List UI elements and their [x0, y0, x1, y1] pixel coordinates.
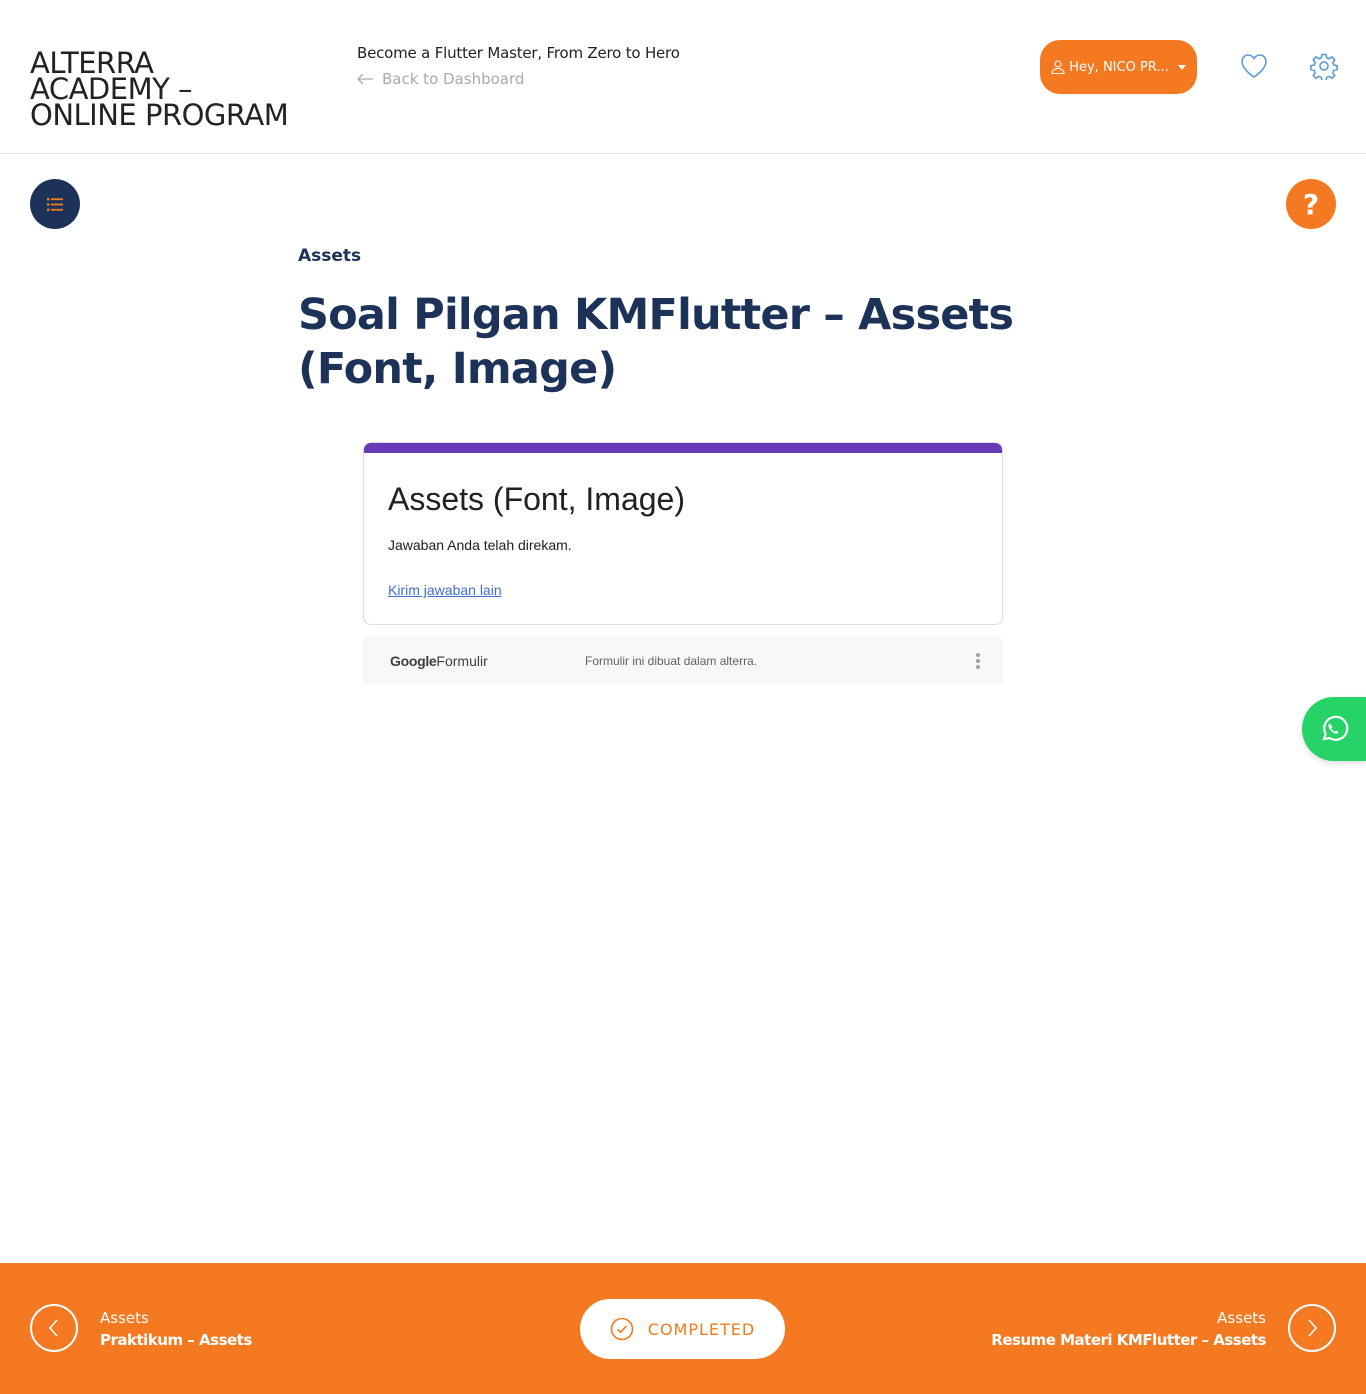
- favorite-button[interactable]: [1240, 53, 1268, 79]
- whatsapp-icon: [1322, 715, 1349, 741]
- header: ALTERRA ACADEMY – ONLINE PROGRAM Become …: [0, 0, 1366, 154]
- course-info: Become a Flutter Master, From Zero to He…: [357, 44, 680, 88]
- more-options-icon[interactable]: [972, 651, 984, 671]
- next-lesson-button[interactable]: [1288, 1304, 1336, 1352]
- lesson-navigation-bar: Assets Praktikum – Assets COMPLETED Asse…: [0, 1263, 1366, 1394]
- form-response-card: Assets (Font, Image) Jawaban Anda telah …: [363, 442, 1003, 625]
- user-icon: [1051, 60, 1065, 74]
- logo-line-3: ONLINE PROGRAM: [30, 98, 289, 132]
- previous-lesson-link[interactable]: Assets Praktikum – Assets: [100, 1309, 252, 1349]
- next-lesson-link[interactable]: Assets Resume Materi KMFlutter – Assets: [991, 1309, 1266, 1349]
- form-footer: GoogleFormulir Formulir ini dibuat dalam…: [363, 637, 1003, 685]
- form-confirmation-message: Jawaban Anda telah direkam.: [388, 537, 572, 553]
- user-menu-button[interactable]: Hey, NICO PR...: [1040, 40, 1197, 94]
- arrow-left-icon: [357, 73, 373, 85]
- whatsapp-button[interactable]: [1302, 697, 1366, 761]
- check-circle-icon: [610, 1317, 634, 1341]
- next-title: Resume Materi KMFlutter – Assets: [991, 1331, 1266, 1349]
- previous-title: Praktikum – Assets: [100, 1331, 252, 1349]
- question-icon: ?: [1302, 187, 1320, 221]
- previous-section: Assets: [100, 1309, 149, 1327]
- back-label: Back to Dashboard: [382, 70, 525, 88]
- form-accent-bar: [364, 443, 1002, 453]
- help-button[interactable]: ?: [1286, 179, 1336, 229]
- completed-label: COMPLETED: [647, 1319, 756, 1339]
- google-forms-logo[interactable]: GoogleFormulir: [390, 653, 488, 669]
- back-to-dashboard-link[interactable]: Back to Dashboard: [357, 70, 680, 88]
- previous-lesson-button[interactable]: [30, 1304, 78, 1352]
- chevron-left-icon: [48, 1319, 58, 1337]
- logo-formulir: Formulir: [436, 653, 488, 669]
- next-section: Assets: [1217, 1309, 1266, 1327]
- lesson-title: Soal Pilgan KMFlutter – Assets (Font, Im…: [298, 290, 1014, 394]
- heart-icon: [1241, 54, 1267, 78]
- lesson-list-button[interactable]: [30, 179, 80, 229]
- settings-button[interactable]: [1310, 52, 1338, 82]
- course-title: Become a Flutter Master, From Zero to He…: [357, 44, 680, 62]
- form-title: Assets (Font, Image): [388, 481, 685, 517]
- form-owner-note: Formulir ini dibuat dalam alterra.: [585, 654, 758, 668]
- submit-another-link[interactable]: Kirim jawaban lain: [388, 582, 502, 598]
- site-logo[interactable]: ALTERRA ACADEMY – ONLINE PROGRAM: [30, 49, 330, 132]
- completed-button[interactable]: COMPLETED: [580, 1299, 785, 1359]
- chevron-right-icon: [1308, 1319, 1318, 1337]
- list-icon: [47, 197, 63, 211]
- chevron-down-icon: [1177, 64, 1186, 70]
- gear-icon: [1310, 53, 1338, 82]
- logo-google: Google: [390, 653, 437, 669]
- user-label: Hey, NICO PR...: [1069, 59, 1169, 75]
- section-label: Assets: [298, 246, 362, 266]
